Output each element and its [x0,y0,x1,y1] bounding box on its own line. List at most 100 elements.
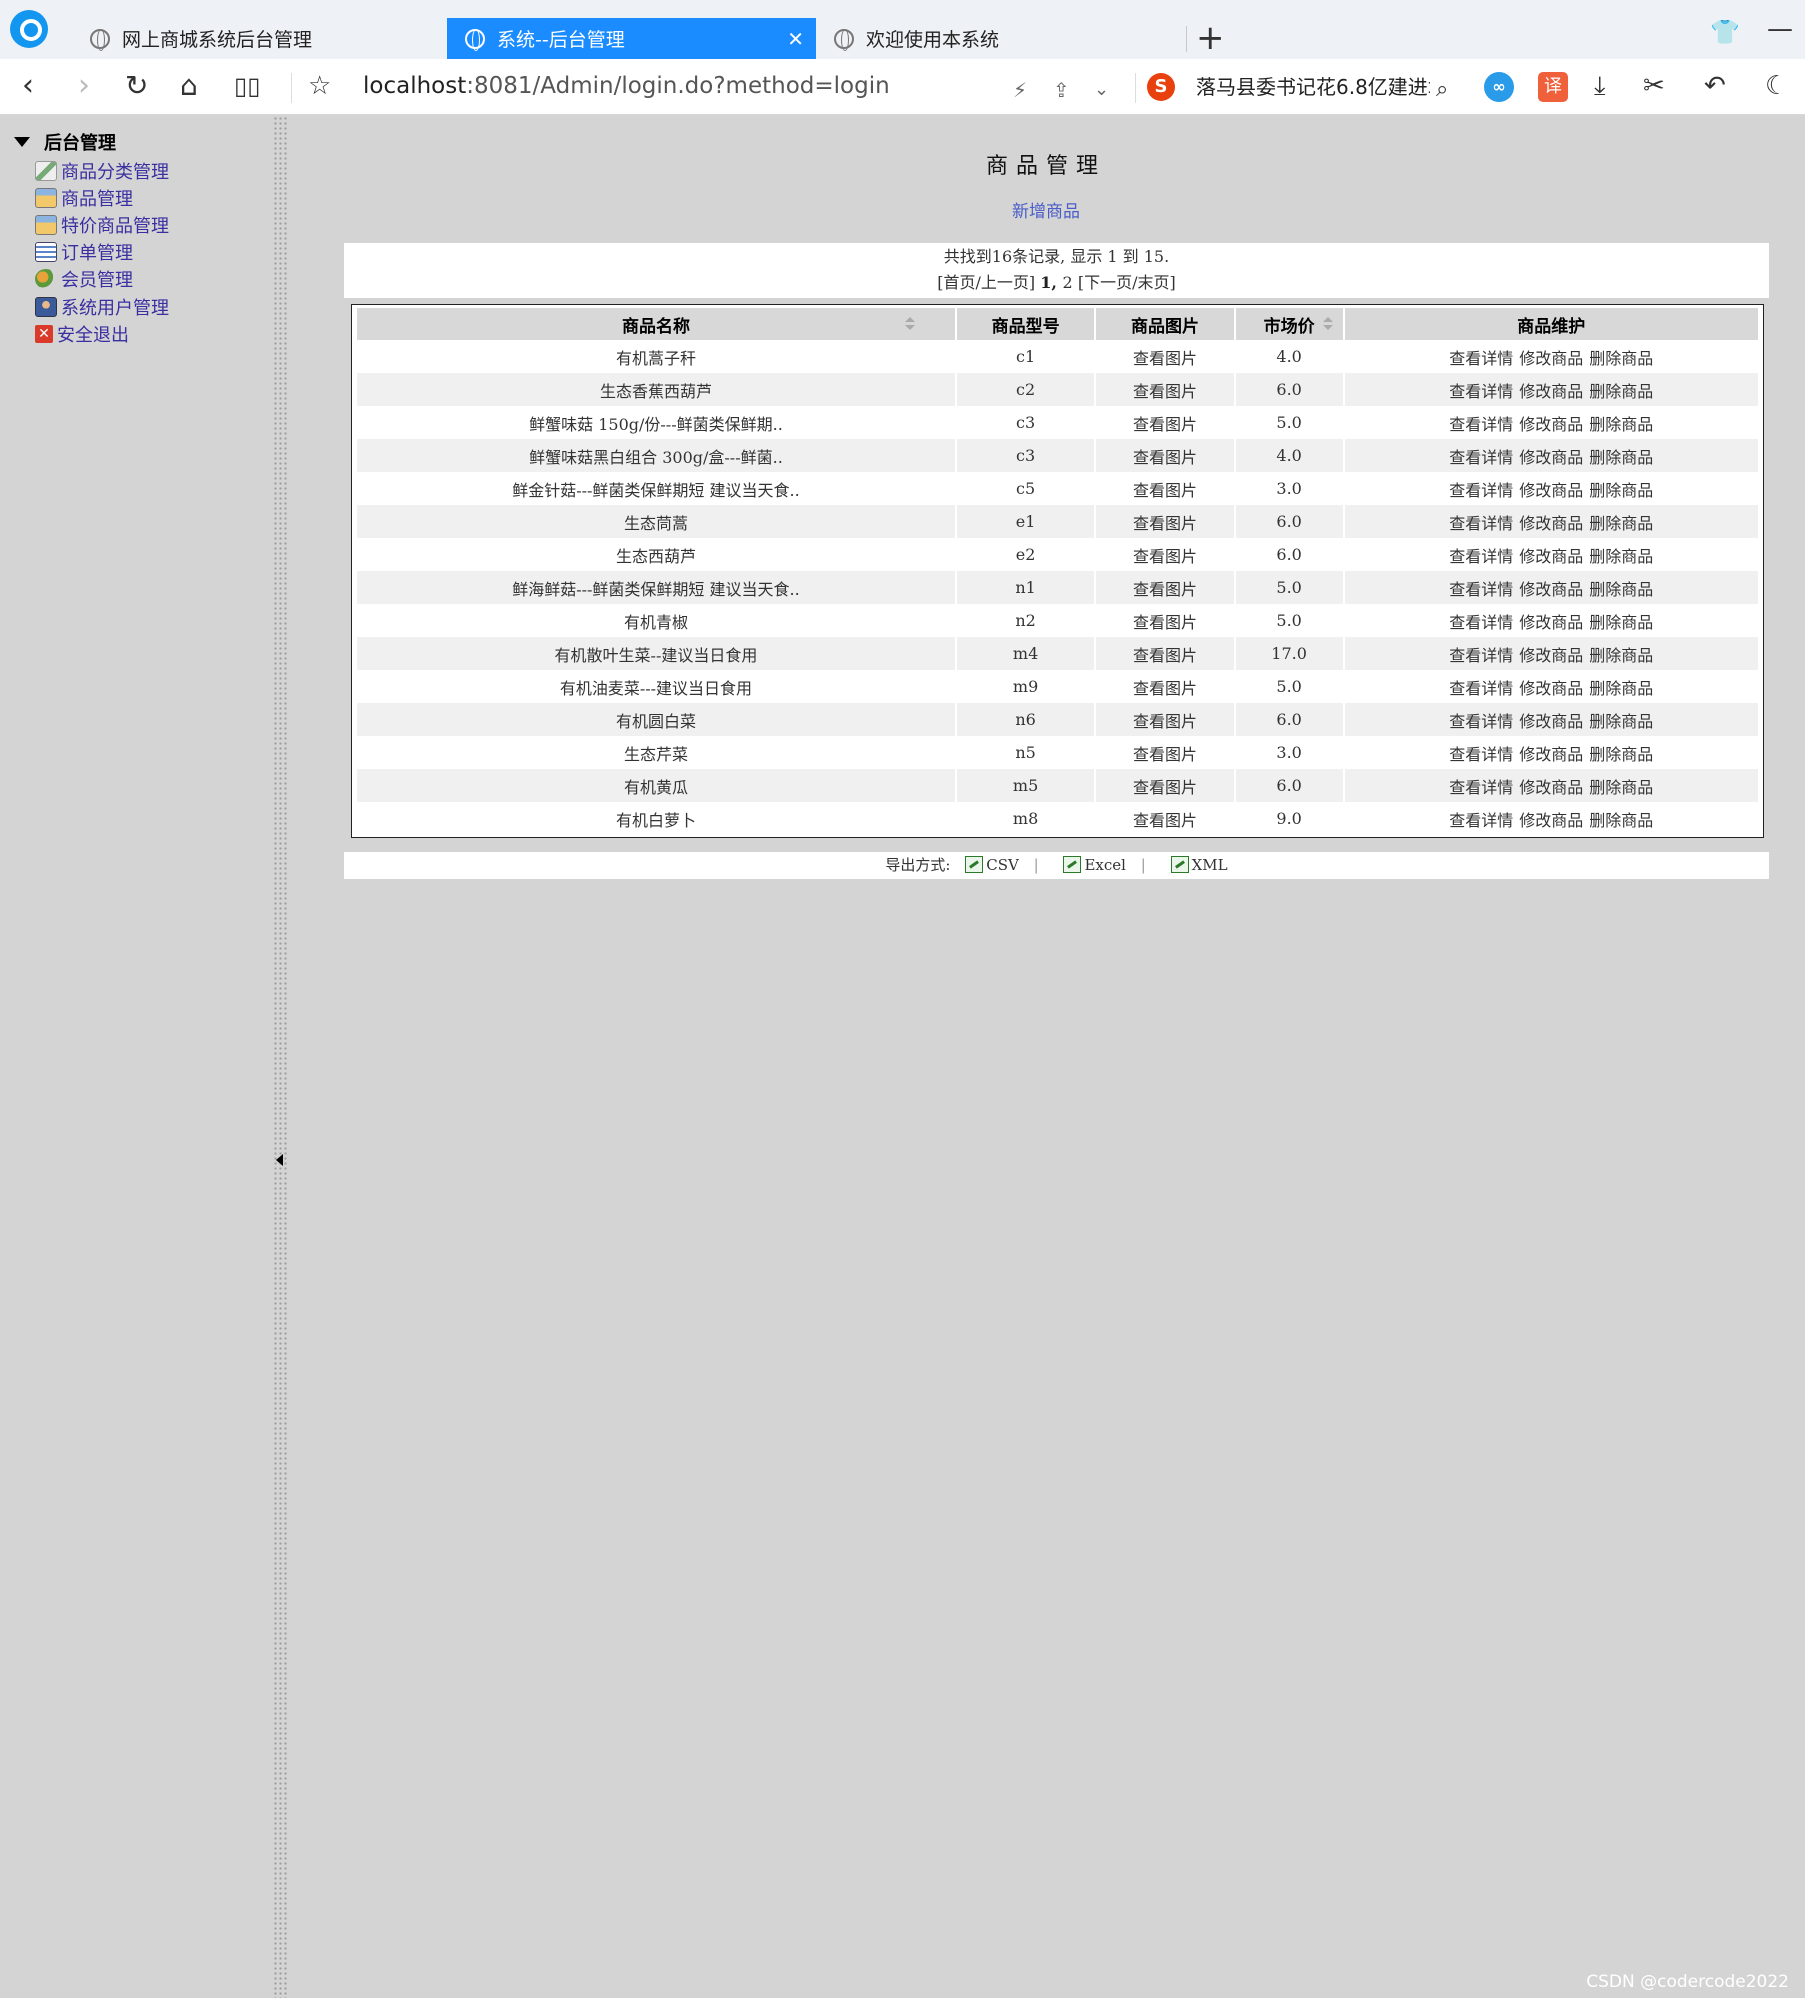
view-image-link[interactable]: 查看图片 [1096,571,1234,604]
skin-icon[interactable]: 👕 [1710,18,1740,46]
edit-product-link[interactable]: 修改商品 [1519,481,1583,500]
view-image-link[interactable]: 查看图片 [1096,505,1234,538]
edit-product-link[interactable]: 修改商品 [1519,547,1583,566]
delete-product-link[interactable]: 删除商品 [1589,547,1653,566]
view-image-link[interactable]: 查看图片 [1096,439,1234,472]
address-bar[interactable]: localhost:8081/Admin/login.do?method=log… [363,73,890,99]
tab-admin-home[interactable]: 网上商城系统后台管理 [72,18,447,59]
delete-product-link[interactable]: 删除商品 [1589,679,1653,698]
tree-root[interactable]: 后台管理 [14,129,116,155]
expand-triangle-icon[interactable] [14,137,30,147]
edit-product-link[interactable]: 修改商品 [1519,382,1583,401]
view-image-link[interactable]: 查看图片 [1096,802,1234,835]
view-image-link[interactable]: 查看图片 [1096,373,1234,406]
minimize-icon[interactable]: — [1767,14,1793,44]
delete-product-link[interactable]: 删除商品 [1589,514,1653,533]
delete-product-link[interactable]: 删除商品 [1589,646,1653,665]
column-header-name[interactable]: 商品名称 [357,308,955,340]
delete-product-link[interactable]: 删除商品 [1589,778,1653,797]
edit-product-link[interactable]: 修改商品 [1519,745,1583,764]
reload-icon[interactable]: ↻ [125,69,148,103]
edit-product-link[interactable]: 修改商品 [1519,514,1583,533]
tab-admin-active[interactable]: 系统--后台管理 ✕ [447,18,816,59]
export-excel-link[interactable]: Excel [1084,856,1125,874]
sidebar-item-product[interactable]: 商品管理 [35,186,133,210]
edit-product-link[interactable]: 修改商品 [1519,679,1583,698]
view-details-link[interactable]: 查看详情 [1449,349,1513,368]
lightning-icon[interactable]: ⚡ [1013,73,1027,107]
search-icon[interactable]: ⌕ [1436,73,1448,107]
undo-icon[interactable]: ↶ [1704,69,1726,103]
sidebar-item-system-user[interactable]: 系统用户管理 [35,295,169,319]
sort-icon[interactable] [904,317,915,331]
edit-product-link[interactable]: 修改商品 [1519,415,1583,434]
edit-product-link[interactable]: 修改商品 [1519,349,1583,368]
frame-splitter[interactable] [273,116,287,1998]
column-header-price[interactable]: 市场价 [1235,308,1343,340]
edit-product-link[interactable]: 修改商品 [1519,811,1583,830]
sidebar-item-logout[interactable]: ✕ 安全退出 [35,322,129,346]
delete-product-link[interactable]: 删除商品 [1589,448,1653,467]
tab-welcome[interactable]: 欢迎使用本系统 [816,18,1186,59]
delete-product-link[interactable]: 删除商品 [1589,481,1653,500]
page-1-link[interactable]: 1 [1040,273,1051,292]
view-details-link[interactable]: 查看详情 [1449,646,1513,665]
chevron-down-icon[interactable]: ⌄ [1094,73,1109,107]
delete-product-link[interactable]: 删除商品 [1589,811,1653,830]
view-details-link[interactable]: 查看详情 [1449,481,1513,500]
close-tab-icon[interactable]: ✕ [787,27,804,51]
sidebar-item-member[interactable]: 会员管理 [35,267,133,291]
edit-product-link[interactable]: 修改商品 [1519,580,1583,599]
sidebar-item-special-product[interactable]: 特价商品管理 [35,213,169,237]
view-image-link[interactable]: 查看图片 [1096,703,1234,736]
view-image-link[interactable]: 查看图片 [1096,538,1234,571]
delete-product-link[interactable]: 删除商品 [1589,580,1653,599]
news-ticker[interactable]: 落马县委书记花6.8亿建进城 [1196,67,1430,107]
delete-product-link[interactable]: 删除商品 [1589,613,1653,632]
first-prev-links[interactable]: [首页/上一页] [937,273,1035,292]
add-product-link[interactable]: 新增商品 [287,197,1805,222]
edit-product-link[interactable]: 修改商品 [1519,646,1583,665]
sort-icon[interactable] [1322,317,1333,331]
forward-icon[interactable]: › [78,69,90,103]
excel-icon[interactable] [1063,856,1082,873]
xml-icon[interactable] [1170,856,1189,873]
view-details-link[interactable]: 查看详情 [1449,712,1513,731]
csv-icon[interactable] [965,856,984,873]
delete-product-link[interactable]: 删除商品 [1589,415,1653,434]
view-image-link[interactable]: 查看图片 [1096,604,1234,637]
export-xml-link[interactable]: XML [1192,856,1228,874]
translate-icon[interactable]: 译 [1538,72,1568,102]
view-details-link[interactable]: 查看详情 [1449,415,1513,434]
view-details-link[interactable]: 查看详情 [1449,382,1513,401]
delete-product-link[interactable]: 删除商品 [1589,712,1653,731]
bookmark-star-icon[interactable]: ☆ [308,69,331,103]
view-details-link[interactable]: 查看详情 [1449,448,1513,467]
download-icon[interactable]: ⤓ [1594,69,1606,103]
page-2-link[interactable]: 2 [1063,273,1073,292]
edit-product-link[interactable]: 修改商品 [1519,778,1583,797]
sidebar-item-category[interactable]: 商品分类管理 [35,159,169,183]
view-details-link[interactable]: 查看详情 [1449,745,1513,764]
view-details-link[interactable]: 查看详情 [1449,613,1513,632]
night-mode-icon[interactable]: ☾ [1765,69,1788,103]
sidebar-item-order[interactable]: 订单管理 [35,240,133,264]
view-image-link[interactable]: 查看图片 [1096,670,1234,703]
home-icon[interactable]: ⌂ [180,69,198,103]
share-icon[interactable]: ⇪ [1053,73,1070,107]
next-last-links[interactable]: [下一页/末页] [1078,273,1176,292]
extension-icon[interactable]: ∞ [1484,72,1514,102]
view-image-link[interactable]: 查看图片 [1096,472,1234,505]
export-csv-link[interactable]: CSV [986,856,1019,874]
search-engine-icon[interactable]: S [1147,73,1175,101]
view-details-link[interactable]: 查看详情 [1449,514,1513,533]
delete-product-link[interactable]: 删除商品 [1589,745,1653,764]
view-image-link[interactable]: 查看图片 [1096,637,1234,670]
view-details-link[interactable]: 查看详情 [1449,580,1513,599]
new-tab-icon[interactable]: + [1196,18,1225,58]
edit-product-link[interactable]: 修改商品 [1519,613,1583,632]
back-icon[interactable]: ‹ [22,69,34,103]
view-details-link[interactable]: 查看详情 [1449,811,1513,830]
edit-product-link[interactable]: 修改商品 [1519,712,1583,731]
view-image-link[interactable]: 查看图片 [1096,406,1234,439]
